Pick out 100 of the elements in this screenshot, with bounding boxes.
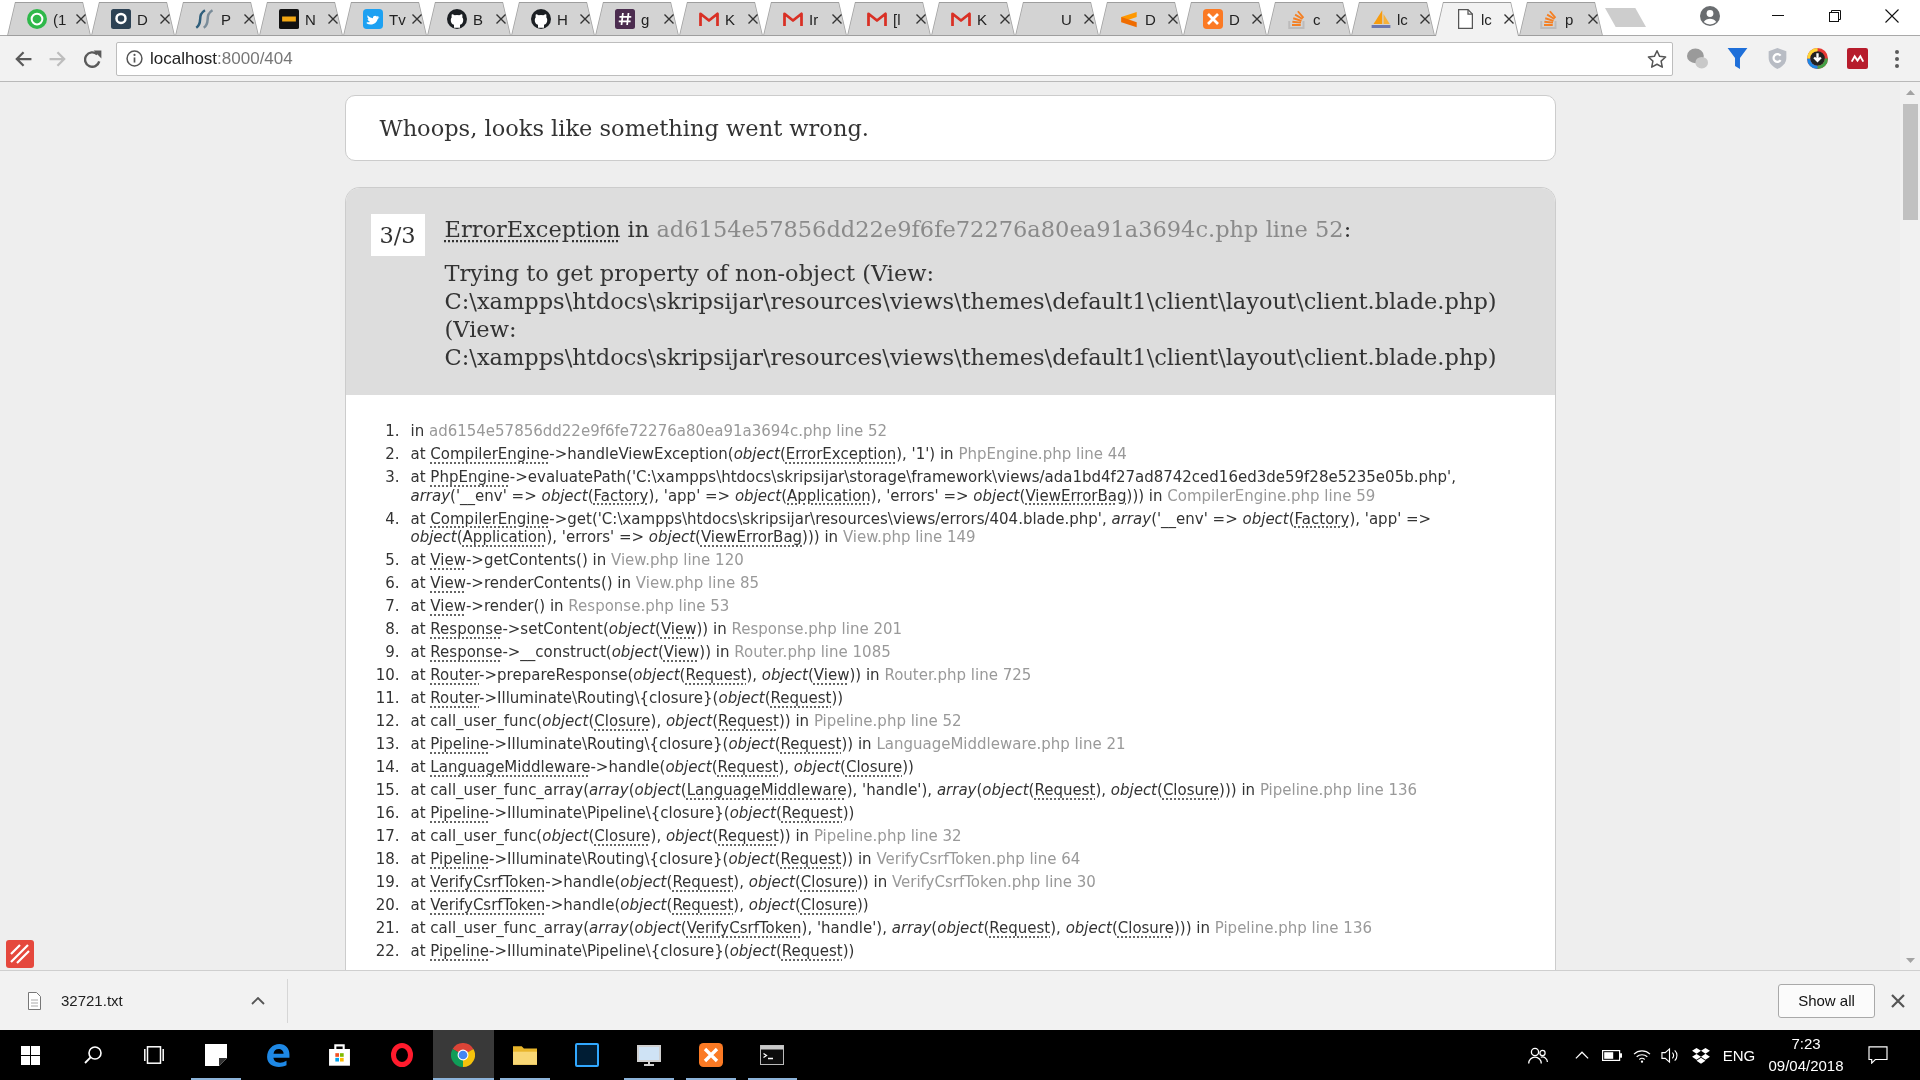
sail-logo-icon <box>1371 9 1391 29</box>
download-item[interactable]: 32721.txt <box>20 977 236 1024</box>
wifi-icon[interactable] <box>1633 1047 1651 1063</box>
browser-tab[interactable]: U <box>1015 2 1099 36</box>
chevron-up-icon[interactable] <box>251 996 265 1005</box>
trace-number: 15. <box>374 781 400 800</box>
close-icon[interactable] <box>496 14 506 24</box>
trace-number: 18. <box>374 850 400 869</box>
close-icon[interactable] <box>1891 993 1905 1008</box>
trace-number: 11. <box>374 689 400 708</box>
clock-time[interactable]: 7:23 <box>1791 1033 1821 1055</box>
diamonds-icon[interactable] <box>1692 1046 1710 1064</box>
notification-icon[interactable] <box>1868 1046 1888 1064</box>
stack-trace-line: at VerifyCsrfToken->handle(object(Request), object(Closure)) <box>410 896 870 915</box>
close-icon[interactable] <box>1084 14 1094 24</box>
close-icon[interactable] <box>1504 14 1514 24</box>
close-icon[interactable] <box>1252 14 1262 24</box>
browser-tab[interactable]: c <box>1267 2 1351 36</box>
stack-trace-line: at Pipeline->Illuminate\Routing\{closure}(object(Request)) in VerifyCsrfToken.php line 64 <box>410 850 1082 869</box>
trace-number: 7. <box>384 597 400 616</box>
trace-number: 9. <box>384 643 400 662</box>
close-icon[interactable] <box>328 14 338 24</box>
stack-trace-line: at VerifyCsrfToken->handle(object(Request), object(Closure)) in VerifyCsrfToken.php line 30 <box>410 873 1097 892</box>
close-icon[interactable] <box>1336 14 1346 24</box>
reload-icon[interactable] <box>83 49 102 68</box>
restore-icon[interactable] <box>1828 9 1841 22</box>
taskbar-button[interactable] <box>432 1030 495 1080</box>
back-icon[interactable] <box>13 49 32 68</box>
browser-tab[interactable]: H <box>511 2 595 36</box>
browser-tab[interactable]: K <box>931 2 1015 36</box>
browser-tab[interactable]: p <box>1519 2 1603 36</box>
cat-circle-icon <box>531 9 551 29</box>
stack-trace-line: at call_user_func(object(Closure), object(Request)) in Pipeline.php line 52 <box>410 712 963 731</box>
volume-icon[interactable] <box>1660 1046 1678 1064</box>
close-icon[interactable] <box>1420 14 1430 24</box>
close-icon[interactable] <box>1884 8 1899 23</box>
close-icon[interactable] <box>76 14 86 24</box>
stack-trace-line: at Response->setContent(object(View)) in Response.php line 201 <box>410 620 904 639</box>
stack-trace-line: in ad6154e57856dd22e9f6fe72276a80ea91a3694c.php line 52 <box>410 422 889 441</box>
browser-tab[interactable]: [l <box>847 2 931 36</box>
circle-badge-icon <box>27 9 47 29</box>
stack-trace-line: at call_user_func_array(array(object(LanguageMiddleware), 'handle'), array(object(Request), object(Closure))) in Pipeline.php line 136 <box>410 781 1419 800</box>
download-circle-icon[interactable] <box>1806 48 1828 69</box>
angle-logo-icon <box>1120 10 1138 28</box>
close-icon[interactable] <box>580 14 590 24</box>
close-icon[interactable] <box>160 14 170 24</box>
browser-tab[interactable]: lc <box>1351 2 1435 36</box>
file-icon <box>28 991 41 1010</box>
zigzag-tile-icon[interactable] <box>1846 48 1868 69</box>
document-icon <box>1457 9 1473 29</box>
browser-tab[interactable]: lc <box>1435 2 1519 36</box>
close-icon[interactable] <box>748 14 758 24</box>
cross-tile-icon <box>1203 9 1223 29</box>
browser-tab[interactable]: N <box>259 2 343 36</box>
browser-tab[interactable]: Ir <box>763 2 847 36</box>
exception-title: ErrorException in ad6154e57856dd22e9f6fe72276a80ea91a3694c.php line 52: <box>444 215 1353 244</box>
close-icon[interactable] <box>916 14 926 24</box>
striped-tile-icon[interactable] <box>6 940 34 968</box>
browser-tab[interactable]: K <box>679 2 763 36</box>
monitor-icon <box>636 1044 661 1066</box>
stack-trace-line: at CompilerEngine->get('C:\xampps\htdocs\skripsijar\resources\views/errors/404.blade.php', array('__env' => object(Factory), 'app' => object(Application), 'errors' => object(ViewErrorBag))) in View.php line 149 <box>410 509 1433 547</box>
hash-tile-icon <box>615 9 635 29</box>
close-icon[interactable] <box>412 14 422 24</box>
trace-number: 6. <box>384 574 400 593</box>
close-icon[interactable] <box>1000 14 1010 24</box>
close-icon[interactable] <box>1588 14 1598 24</box>
browser-tab[interactable]: Tv <box>343 2 427 36</box>
browser-tab[interactable]: (1 <box>7 2 91 36</box>
stacked-windows-icon[interactable] <box>144 1046 165 1064</box>
stacked-tray-icon <box>1287 9 1307 29</box>
stack-trace-line: at Response->__construct(object(View)) in Router.php line 1085 <box>410 643 892 662</box>
close-icon[interactable] <box>832 14 842 24</box>
trace-number: 4. <box>384 509 400 530</box>
trace-number: 12. <box>374 712 400 731</box>
browser-tab[interactable]: D <box>1099 2 1183 36</box>
close-icon[interactable] <box>1168 14 1178 24</box>
close-icon[interactable] <box>664 14 674 24</box>
stack-trace-line: at Pipeline->Illuminate\Pipeline\{closure}(object(Request)) <box>410 804 856 823</box>
show-all-button[interactable]: Show all <box>1778 983 1875 1018</box>
more-icon[interactable] <box>1895 49 1899 68</box>
language-indicator[interactable]: ENG <box>1722 1046 1756 1064</box>
star-icon[interactable] <box>1647 48 1667 69</box>
browser-tab[interactable]: D <box>91 2 175 36</box>
browser-tab[interactable]: P <box>175 2 259 36</box>
battery-icon[interactable] <box>1602 1049 1622 1061</box>
close-icon[interactable] <box>244 14 254 24</box>
browser-tab[interactable]: B <box>427 2 511 36</box>
browser-tab[interactable]: D <box>1183 2 1267 36</box>
folder-icon <box>513 1045 538 1065</box>
search-icon[interactable] <box>83 1046 102 1064</box>
ring-icon <box>390 1043 413 1067</box>
clock-date[interactable]: 09/04/2018 <box>1768 1055 1844 1077</box>
address-bar[interactable]: localhost:8000/404 <box>116 41 1673 76</box>
funnel-icon[interactable] <box>1726 48 1748 69</box>
person-icon[interactable] <box>1700 5 1720 26</box>
scroll-thumb[interactable] <box>1902 104 1918 220</box>
people-icon[interactable] <box>1528 1046 1548 1064</box>
browser-tab[interactable]: g <box>595 2 679 36</box>
minimize-icon[interactable] <box>1771 15 1784 16</box>
four-panes-icon[interactable] <box>21 1045 41 1065</box>
